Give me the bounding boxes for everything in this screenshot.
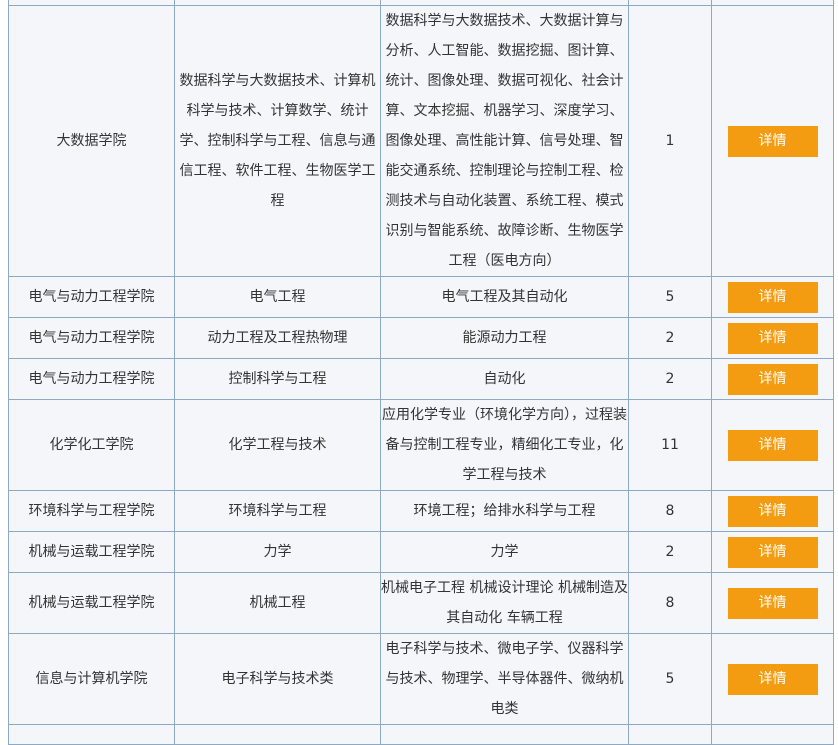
college-cell: 电气与动力工程学院 bbox=[8, 276, 175, 318]
specialty-cell: 电子科学与技术、微电子学、仪器科学与技术、物理学、半导体器件、微纳机电类 bbox=[380, 633, 629, 725]
discipline-cell: 控制科学与工程 bbox=[174, 358, 381, 400]
specialty-cell: 机械电子工程 机械设计理论 机械制造及其自动化 车辆工程 bbox=[380, 572, 629, 634]
count-cell: 11 bbox=[628, 399, 712, 491]
detail-button[interactable]: 详情 bbox=[727, 663, 818, 695]
count-cell: 2 bbox=[628, 317, 712, 359]
discipline-cell: 化学工程与技术 bbox=[174, 399, 381, 491]
specialty-cell: 应用化学专业（环境化学方向），过程装备与控制工程专业，精细化工专业，化学工程与技… bbox=[380, 399, 629, 491]
college-cell: 电气与动力工程学院 bbox=[8, 317, 175, 359]
action-cell: 详情 bbox=[711, 490, 834, 532]
table-row: 机械与运载工程学院 机械工程 机械电子工程 机械设计理论 机械制造及其自动化 车… bbox=[8, 572, 834, 634]
action-cell: 详情 bbox=[711, 531, 834, 573]
action-cell: 详情 bbox=[711, 358, 834, 400]
discipline-cell: 环境科学与工程 bbox=[174, 490, 381, 532]
discipline-cell: 机械工程 bbox=[174, 572, 381, 634]
count-cell: 8 bbox=[628, 572, 712, 634]
detail-button[interactable]: 详情 bbox=[727, 125, 818, 157]
detail-button[interactable]: 详情 bbox=[727, 495, 818, 527]
table-row: 信息与计算机学院 电子科学与技术类 电子科学与技术、微电子学、仪器科学与技术、物… bbox=[8, 633, 834, 725]
table-cell bbox=[380, 724, 629, 745]
action-cell: 详情 bbox=[711, 399, 834, 491]
college-cell: 大数据学院 bbox=[8, 5, 175, 277]
college-cell: 化学化工学院 bbox=[8, 399, 175, 491]
count-cell: 2 bbox=[628, 358, 712, 400]
discipline-cell: 电气工程 bbox=[174, 276, 381, 318]
table-row: 电气与动力工程学院 控制科学与工程 自动化 2 详情 bbox=[8, 358, 834, 400]
discipline-cell: 数据科学与大数据技术、计算机科学与技术、计算数学、统计学、控制科学与工程、信息与… bbox=[174, 5, 381, 277]
college-cell: 机械与运载工程学院 bbox=[8, 572, 175, 634]
college-cell: 机械与运载工程学院 bbox=[8, 531, 175, 573]
table-row: 大数据学院 数据科学与大数据技术、计算机科学与技术、计算数学、统计学、控制科学与… bbox=[8, 5, 834, 277]
table-cell bbox=[711, 724, 834, 745]
table-cell bbox=[174, 724, 381, 745]
action-cell: 详情 bbox=[711, 572, 834, 634]
recruitment-table: 大数据学院 数据科学与大数据技术、计算机科学与技术、计算数学、统计学、控制科学与… bbox=[8, 0, 834, 745]
discipline-cell: 动力工程及工程热物理 bbox=[174, 317, 381, 359]
table-row: 环境科学与工程学院 环境科学与工程 环境工程；给排水科学与工程 8 详情 bbox=[8, 490, 834, 532]
college-cell: 信息与计算机学院 bbox=[8, 633, 175, 725]
table-cell bbox=[628, 724, 712, 745]
table-row: 电气与动力工程学院 电气工程 电气工程及其自动化 5 详情 bbox=[8, 276, 834, 318]
detail-button[interactable]: 详情 bbox=[727, 363, 818, 395]
count-cell: 2 bbox=[628, 531, 712, 573]
recruitment-table-container: 大数据学院 数据科学与大数据技术、计算机科学与技术、计算数学、统计学、控制科学与… bbox=[8, 0, 834, 745]
table-row: 化学化工学院 化学工程与技术 应用化学专业（环境化学方向），过程装备与控制工程专… bbox=[8, 399, 834, 491]
college-cell: 环境科学与工程学院 bbox=[8, 490, 175, 532]
specialty-cell: 力学 bbox=[380, 531, 629, 573]
action-cell: 详情 bbox=[711, 633, 834, 725]
discipline-cell: 力学 bbox=[174, 531, 381, 573]
specialty-cell: 能源动力工程 bbox=[380, 317, 629, 359]
detail-button[interactable]: 详情 bbox=[727, 281, 818, 313]
action-cell: 详情 bbox=[711, 317, 834, 359]
specialty-cell: 电气工程及其自动化 bbox=[380, 276, 629, 318]
count-cell: 5 bbox=[628, 633, 712, 725]
detail-button[interactable]: 详情 bbox=[727, 429, 818, 461]
specialty-cell: 数据科学与大数据技术、大数据计算与分析、人工智能、数据挖掘、图计算、统计、图像处… bbox=[380, 5, 629, 277]
detail-button[interactable]: 详情 bbox=[727, 536, 818, 568]
specialty-cell: 自动化 bbox=[380, 358, 629, 400]
specialty-cell: 环境工程；给排水科学与工程 bbox=[380, 490, 629, 532]
college-cell: 电气与动力工程学院 bbox=[8, 358, 175, 400]
count-cell: 5 bbox=[628, 276, 712, 318]
count-cell: 1 bbox=[628, 5, 712, 277]
table-row: 机械与运载工程学院 力学 力学 2 详情 bbox=[8, 531, 834, 573]
discipline-cell: 电子科学与技术类 bbox=[174, 633, 381, 725]
table-row-bottom-edge bbox=[8, 724, 834, 745]
table-row: 电气与动力工程学院 动力工程及工程热物理 能源动力工程 2 详情 bbox=[8, 317, 834, 359]
detail-button[interactable]: 详情 bbox=[727, 322, 818, 354]
action-cell: 详情 bbox=[711, 5, 834, 277]
table-cell bbox=[8, 724, 175, 745]
detail-button[interactable]: 详情 bbox=[727, 587, 818, 619]
action-cell: 详情 bbox=[711, 276, 834, 318]
count-cell: 8 bbox=[628, 490, 712, 532]
